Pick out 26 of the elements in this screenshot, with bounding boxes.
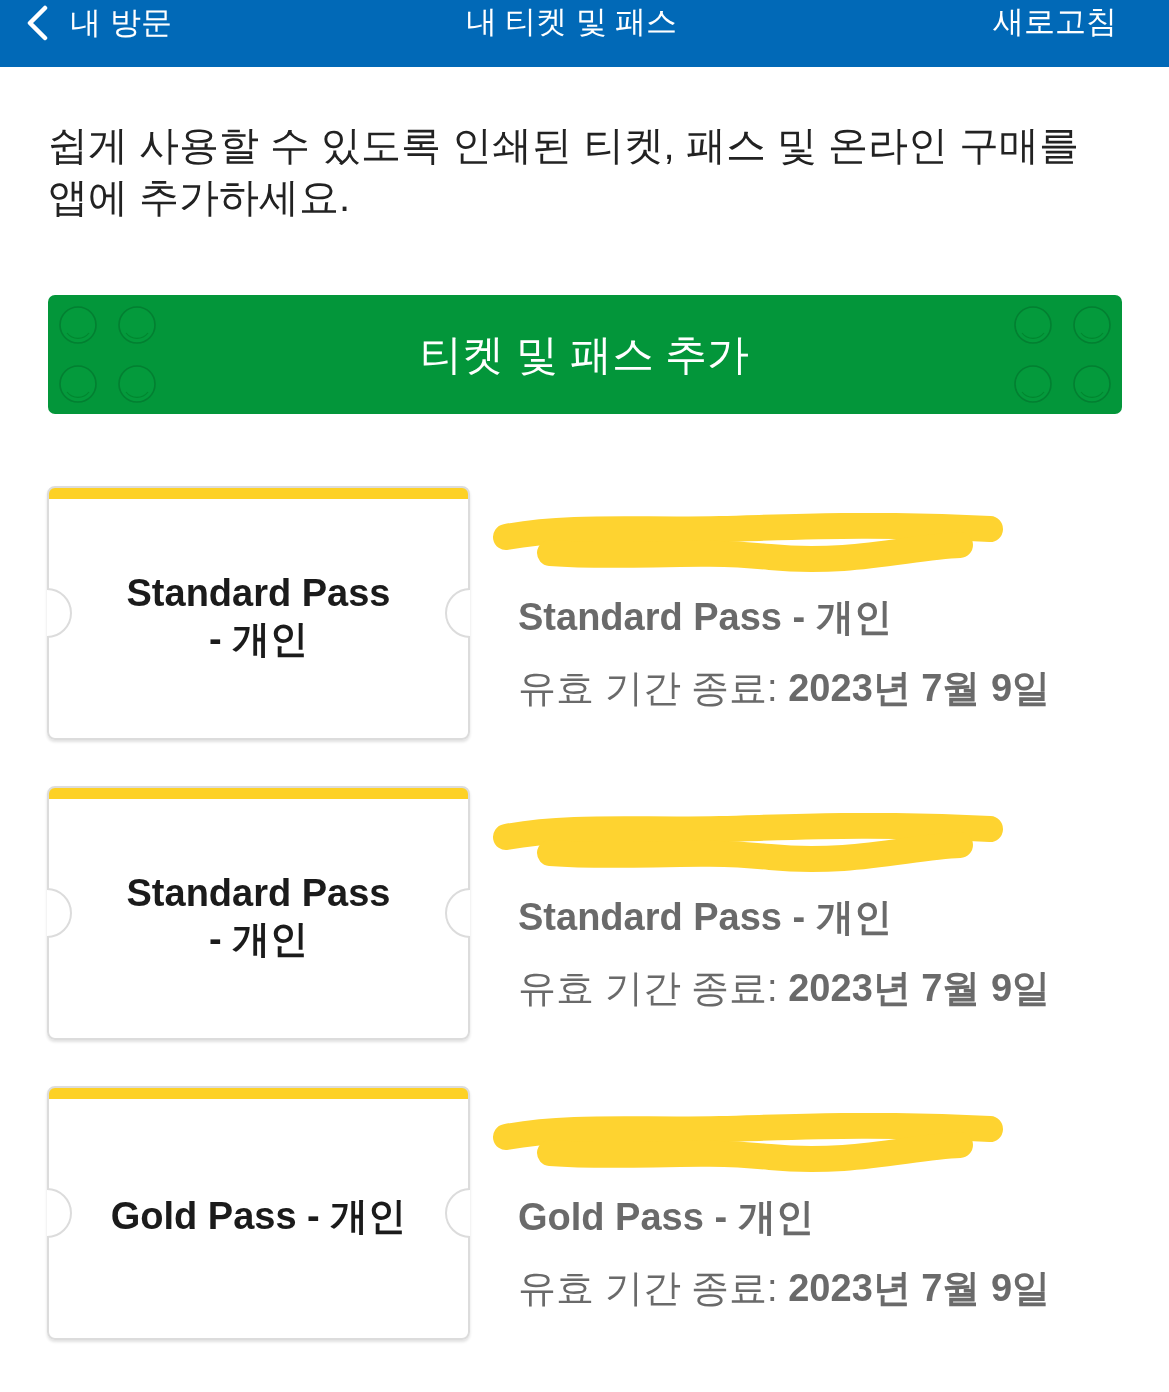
ticket-card[interactable]: Standard Pass - 개인: [47, 486, 470, 740]
pass-title: Standard Pass - 개인: [518, 894, 893, 940]
back-button[interactable]: 내 방문: [26, 2, 172, 44]
ticket-card[interactable]: Gold Pass - 개인: [47, 1086, 470, 1340]
stud-icon: [118, 365, 156, 403]
pass-expiry: 유효 기간 종료: 2023년 7월 9일: [518, 1265, 1051, 1311]
ticket-card[interactable]: Standard Pass - 개인: [47, 786, 470, 1040]
stud-icon: [1014, 306, 1052, 344]
intro-text: 쉽게 사용할 수 있도록 인쇄된 티켓, 패스 및 온라인 구매를 앱에 추가하세요.: [48, 122, 1081, 221]
ticket-label: Standard Pass - 개인: [126, 570, 391, 662]
stud-icon: [59, 306, 97, 344]
ticket-label: Gold Pass - 개인: [110, 1193, 407, 1239]
pass-title: Gold Pass - 개인: [518, 1194, 815, 1240]
stud-icon: [118, 306, 156, 344]
ticket-label: Standard Pass - 개인: [126, 870, 391, 962]
chevron-left-icon: [26, 5, 48, 41]
pass-expiry: 유효 기간 종료: 2023년 7월 9일: [518, 965, 1051, 1011]
pass-title: Standard Pass - 개인: [518, 594, 893, 640]
stud-icon: [1073, 365, 1111, 403]
pass-expiry: 유효 기간 종료: 2023년 7월 9일: [518, 665, 1051, 711]
stud-icon: [1073, 306, 1111, 344]
screen-title: 내 티켓 및 패스: [465, 3, 678, 41]
stud-icon: [59, 365, 97, 403]
add-tickets-button[interactable]: 티켓 및 패스 추가: [48, 295, 1122, 414]
refresh-button[interactable]: 새로고침: [993, 2, 1117, 42]
stud-icon: [1014, 365, 1052, 403]
